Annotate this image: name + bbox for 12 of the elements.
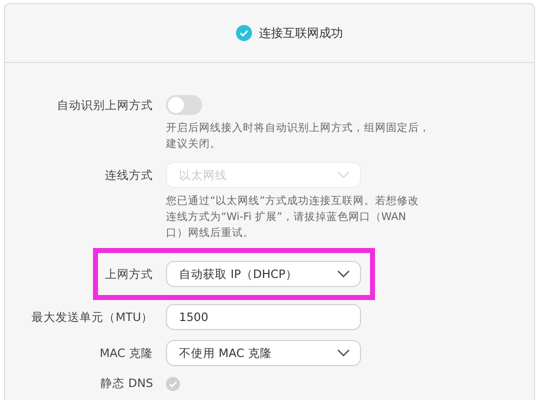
dropdown[interactable]: 自动获取 IP（DHCP） [166, 261, 361, 287]
hint-text: 您已通过“以太网线”方式成功连接互联网。若想修改 连线方式为“Wi-Fi 扩展”，请拔掉蓝色网口（WAN 口）网线后重试。 [166, 194, 420, 241]
dropdown[interactable]: 不使用 MAC 克隆 [166, 340, 361, 366]
field-label: MAC 克隆 [98, 346, 153, 360]
field-label: 最大发送单元（MTU） [30, 310, 153, 324]
field-label: 上网方式 [104, 266, 153, 282]
field-label: 自动识别上网方式 [56, 98, 153, 112]
field-label: 静态 DNS [100, 376, 153, 391]
input-field[interactable]: 1500 [166, 304, 361, 330]
hint-text: 开启后网线接入时将自动识别上网方式，组网固定后， 建议关闭。 [166, 121, 431, 152]
status-text: 连接互联网成功 [259, 24, 343, 42]
field-label: 连线方式 [104, 168, 153, 182]
